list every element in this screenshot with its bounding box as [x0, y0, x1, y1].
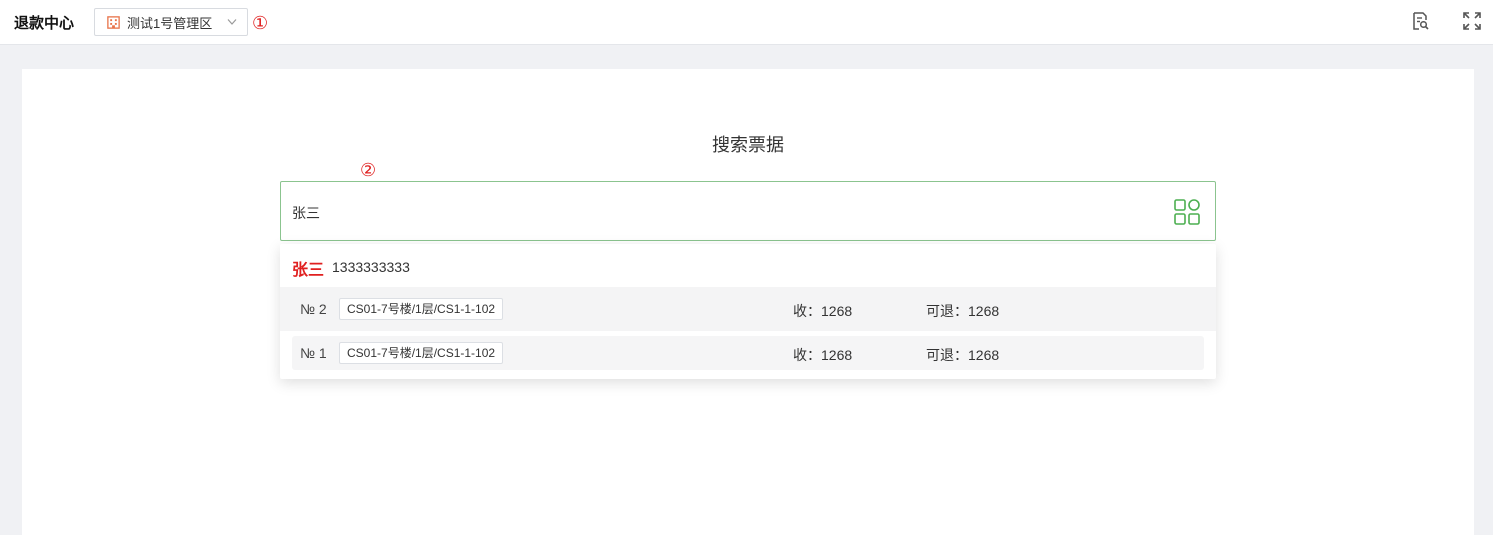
ticket-row[interactable]: № 2 CS01-7号楼/1层/CS1-1-102 收：1268 可退：1268: [280, 287, 1216, 331]
ticket-refundable-amount: 可退：1268: [926, 347, 1000, 363]
ticket-row[interactable]: № 1 CS01-7号楼/1层/CS1-1-102 收：1268 可退：1268: [292, 336, 1204, 370]
apps-grid-icon[interactable]: [1173, 198, 1201, 226]
main-card: 搜索票据 ② 张三 1333333333 № 2 CS01-7号楼/1层/CS1…: [22, 69, 1474, 535]
top-bar: 退款中心 测试1号管理区 ①: [0, 0, 1493, 45]
chevron-down-icon: [227, 19, 237, 25]
ticket-location-tag: CS01-7号楼/1层/CS1-1-102: [339, 298, 504, 320]
fullscreen-icon[interactable]: [1462, 11, 1482, 31]
zone-select[interactable]: 测试1号管理区: [94, 8, 248, 36]
search-results-dropdown: 张三 1333333333 № 2 CS01-7号楼/1层/CS1-1-102 …: [280, 244, 1216, 379]
search-title: 搜索票据: [712, 135, 784, 155]
person-header[interactable]: 张三 1333333333: [280, 244, 1216, 286]
search-document-icon[interactable]: [1410, 11, 1430, 31]
annotation-marker-1: ①: [252, 13, 269, 33]
annotation-marker-2: ②: [360, 160, 377, 180]
ticket-number: № 1: [300, 345, 327, 361]
ticket-received-amount: 收：1268: [793, 303, 853, 319]
zone-select-value: 测试1号管理区: [127, 15, 213, 31]
person-name: 张三: [292, 262, 325, 279]
ticket-refundable-amount: 可退：1268: [926, 303, 1000, 319]
search-box: [280, 181, 1216, 241]
ticket-location-tag: CS01-7号楼/1层/CS1-1-102: [339, 342, 504, 364]
page-title: 退款中心: [14, 15, 75, 32]
building-icon: [107, 15, 120, 29]
ticket-received-amount: 收：1268: [793, 347, 853, 363]
ticket-number: № 2: [300, 301, 327, 317]
person-phone: 1333333333: [332, 259, 410, 275]
search-input[interactable]: [292, 202, 1152, 224]
